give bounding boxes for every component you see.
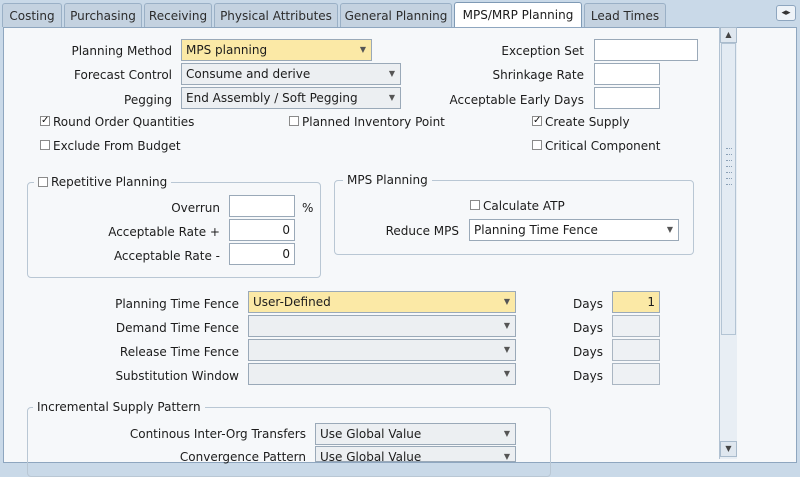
continuous-transfers-value: Use Global Value [320,427,422,441]
vertical-scrollbar[interactable]: ▲ ▼ [719,27,737,459]
grip-line [726,178,732,181]
pegging-label: Pegging [124,93,172,107]
substitution-window-select[interactable]: ▼ [248,363,516,385]
chevron-down-icon: ▼ [503,369,511,378]
repetitive-planning-label: Repetitive Planning [51,175,168,189]
chevron-down-icon: ▼ [503,345,511,354]
forecast-control-value: Consume and derive [186,67,311,81]
exception-set-input[interactable] [594,39,698,61]
overrun-label: Overrun [171,201,220,215]
grip-line [726,184,732,187]
planning-time-fence-days-input[interactable]: 1 [612,291,660,313]
acceptable-rate-plus-input[interactable]: 0 [229,219,295,241]
planning-time-fence-days-label: Days [573,297,603,311]
demand-time-fence-select[interactable]: ▼ [248,315,516,337]
mps-planning-title: MPS Planning [343,173,432,187]
repetitive-planning-checkbox[interactable] [38,177,48,187]
tab-lead-times[interactable]: Lead Times [584,3,666,27]
grip-line [726,172,732,175]
substitution-window-label: Substitution Window [115,369,239,383]
critical-component-label: Critical Component [545,139,661,153]
tab-physical-attributes[interactable]: Physical Attributes [214,3,338,27]
pegging-select[interactable]: End Assembly / Soft Pegging ▼ [181,87,401,109]
pegging-value: End Assembly / Soft Pegging [186,91,358,105]
create-supply-checkbox[interactable]: ✓ [532,116,542,126]
demand-time-fence-days-input[interactable] [612,315,660,337]
scrollbar-thumb[interactable] [721,43,736,335]
exception-set-label: Exception Set [501,44,584,58]
overrun-input[interactable] [229,195,295,217]
grip-line [726,166,732,169]
shrinkage-rate-label: Shrinkage Rate [492,68,584,82]
substitution-window-days-label: Days [573,369,603,383]
acceptable-rate-minus-input[interactable]: 0 [229,243,295,265]
shrinkage-rate-input[interactable] [594,63,660,85]
forecast-control-label: Forecast Control [74,68,172,82]
convergence-pattern-value: Use Global Value [320,450,422,462]
acceptable-rate-minus-label: Acceptable Rate - [113,249,220,263]
reduce-mps-label: Reduce MPS [385,224,459,238]
overrun-unit: % [302,201,314,215]
planning-time-fence-label: Planning Time Fence [115,297,239,311]
round-order-quantities-label: Round Order Quantities [53,115,195,129]
scroll-up-icon[interactable]: ▲ [720,27,737,43]
continuous-transfers-label: Continous Inter-Org Transfers [129,427,306,441]
chevron-down-icon: ▼ [503,452,511,461]
planning-time-fence-select[interactable]: User-Defined ▼ [248,291,516,313]
grip-line [726,148,732,151]
acceptable-early-days-input[interactable] [594,87,660,109]
calculate-atp-label: Calculate ATP [483,199,565,213]
round-order-quantities-checkbox[interactable]: ✓ [40,116,50,126]
reduce-mps-value: Planning Time Fence [474,223,598,237]
chevron-down-icon: ▼ [503,321,511,330]
incremental-supply-title: Incremental Supply Pattern [33,400,205,414]
tab-purchasing[interactable]: Purchasing [64,3,142,27]
forecast-control-select[interactable]: Consume and derive ▼ [181,63,401,85]
release-time-fence-label: Release Time Fence [119,345,239,359]
tab-mps-mrp-planning[interactable]: MPS/MRP Planning [454,2,582,28]
chevron-down-icon: ▼ [503,297,511,306]
tab-scroll-button[interactable]: ◂▸ [776,5,796,21]
release-time-fence-days-input[interactable] [612,339,660,361]
demand-time-fence-label: Demand Time Fence [115,321,239,335]
critical-component-checkbox[interactable] [532,140,542,150]
scroll-down-icon[interactable]: ▼ [720,441,737,457]
release-time-fence-days-label: Days [573,345,603,359]
reduce-mps-select[interactable]: Planning Time Fence ▼ [469,219,679,241]
planning-method-label: Planning Method [71,44,172,58]
substitution-window-days-input[interactable] [612,363,660,385]
tab-receiving[interactable]: Receiving [144,3,212,27]
release-time-fence-select[interactable]: ▼ [248,339,516,361]
mps-planning-group [334,180,694,255]
chevron-down-icon: ▼ [666,225,674,234]
grip-line [726,154,732,157]
chevron-down-icon: ▼ [388,69,396,78]
calculate-atp-checkbox[interactable] [470,200,480,210]
planned-inventory-point-label: Planned Inventory Point [302,115,445,129]
demand-time-fence-days-label: Days [573,321,603,335]
exclude-from-budget-label: Exclude From Budget [53,139,181,153]
planning-method-select[interactable]: MPS planning ▼ [181,39,372,61]
convergence-pattern-select[interactable]: Use Global Value ▼ [315,446,516,462]
tab-general-planning[interactable]: General Planning [340,3,452,27]
acceptable-early-days-label: Acceptable Early Days [449,93,584,107]
chevron-down-icon: ▼ [359,45,367,54]
grip-line [726,160,732,163]
planning-method-value: MPS planning [186,43,268,57]
planned-inventory-point-checkbox[interactable] [289,116,299,126]
chevron-down-icon: ▼ [503,429,511,438]
exclude-from-budget-checkbox[interactable] [40,140,50,150]
convergence-pattern-label: Convergence Pattern [179,450,306,464]
continuous-transfers-select[interactable]: Use Global Value ▼ [315,423,516,445]
acceptable-rate-plus-label: Acceptable Rate + [108,225,220,239]
tab-bar: Costing Purchasing Receiving Physical At… [0,0,800,28]
repetitive-planning-title: Repetitive Planning [34,175,172,189]
create-supply-label: Create Supply [545,115,630,129]
planning-time-fence-value: User-Defined [253,295,331,309]
chevron-down-icon: ▼ [388,93,396,102]
tab-costing[interactable]: Costing [2,3,62,27]
